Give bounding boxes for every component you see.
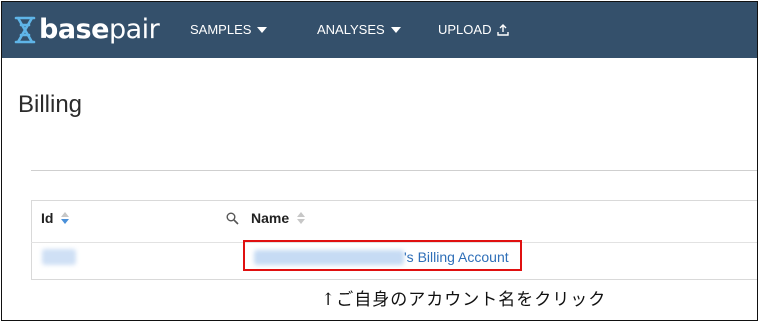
top-navbar: basepair SAMPLES ANALYSES UPLOAD <box>2 2 757 58</box>
basepair-logo[interactable]: basepair <box>14 13 160 47</box>
column-header-id[interactable]: Id <box>41 209 70 227</box>
nav-analyses-label: ANALYSES <box>317 22 385 37</box>
column-header-name-label: Name <box>251 210 290 226</box>
nav-upload-link[interactable]: UPLOAD <box>438 21 510 39</box>
sort-up-arrow <box>61 212 70 217</box>
nav-samples-label: SAMPLES <box>190 22 252 37</box>
sort-down-arrow <box>61 219 70 224</box>
search-icon[interactable] <box>226 212 239 225</box>
screenshot-frame: basepair SAMPLES ANALYSES UPLOAD Billing… <box>1 1 758 321</box>
nav-upload-label: UPLOAD <box>438 22 492 37</box>
highlight-box <box>243 240 522 271</box>
sort-icon[interactable] <box>297 211 306 225</box>
row-id-blurred[interactable] <box>42 249 76 265</box>
logo-icon <box>14 16 36 44</box>
logo-text: basepair <box>39 13 160 47</box>
page-title: Billing <box>18 91 83 118</box>
caret-down-icon <box>390 27 401 33</box>
sort-down-arrow <box>297 219 306 224</box>
logo-text-bold: base <box>39 14 109 45</box>
column-header-id-label: Id <box>41 210 54 226</box>
column-header-name[interactable]: Name <box>251 209 306 227</box>
nav-samples-menu[interactable]: SAMPLES <box>190 21 268 39</box>
caret-down-icon <box>257 27 268 33</box>
sort-icon[interactable] <box>61 211 70 225</box>
nav-analyses-menu[interactable]: ANALYSES <box>317 21 401 39</box>
logo-text-light: pair <box>108 14 160 45</box>
upload-icon <box>497 24 510 36</box>
instruction-caption: ↑ご自身のアカウント名をクリック <box>321 290 607 310</box>
sort-up-arrow <box>297 212 306 217</box>
title-divider <box>31 170 757 171</box>
